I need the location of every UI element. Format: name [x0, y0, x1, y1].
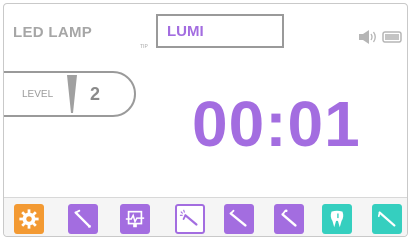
page-title: LED LAMP	[13, 24, 93, 41]
level-label: LEVEL	[22, 89, 54, 100]
handpiece-icon	[281, 209, 297, 227]
tooth-monitor-icon	[125, 210, 145, 228]
handpiece-3-button[interactable]	[274, 204, 304, 234]
speaker-icon	[359, 30, 402, 44]
led-lamp-button[interactable]	[175, 204, 205, 234]
level-divider	[67, 75, 77, 113]
level-value: 2	[90, 84, 101, 104]
volume-control[interactable]	[359, 30, 403, 44]
tooth-button[interactable]	[322, 204, 352, 234]
handpiece-icon	[229, 209, 247, 227]
scaler-icon	[377, 211, 396, 227]
handpiece-2-button[interactable]	[224, 204, 254, 234]
handpiece-1-button[interactable]	[68, 204, 98, 234]
tip-field[interactable]: LUMI	[156, 14, 284, 48]
settings-button[interactable]	[14, 204, 44, 234]
tool-bar	[4, 197, 407, 236]
led-lamp-icon	[179, 209, 198, 226]
tip-value: LUMI	[167, 23, 204, 40]
volume-bar-icon	[382, 31, 402, 43]
handpiece-icon	[74, 209, 91, 228]
level-control[interactable]: LEVEL 2	[4, 71, 136, 117]
gear-icon	[19, 209, 39, 229]
scaler-button[interactable]	[372, 204, 402, 234]
timer-display: 00:01	[192, 88, 361, 160]
tooth-icon	[330, 210, 344, 228]
monitor-button[interactable]	[120, 204, 150, 234]
device-screen: LED LAMP TIP LUMI LEVEL 2 00:01	[3, 3, 408, 237]
tip-label: TIP	[140, 44, 148, 50]
